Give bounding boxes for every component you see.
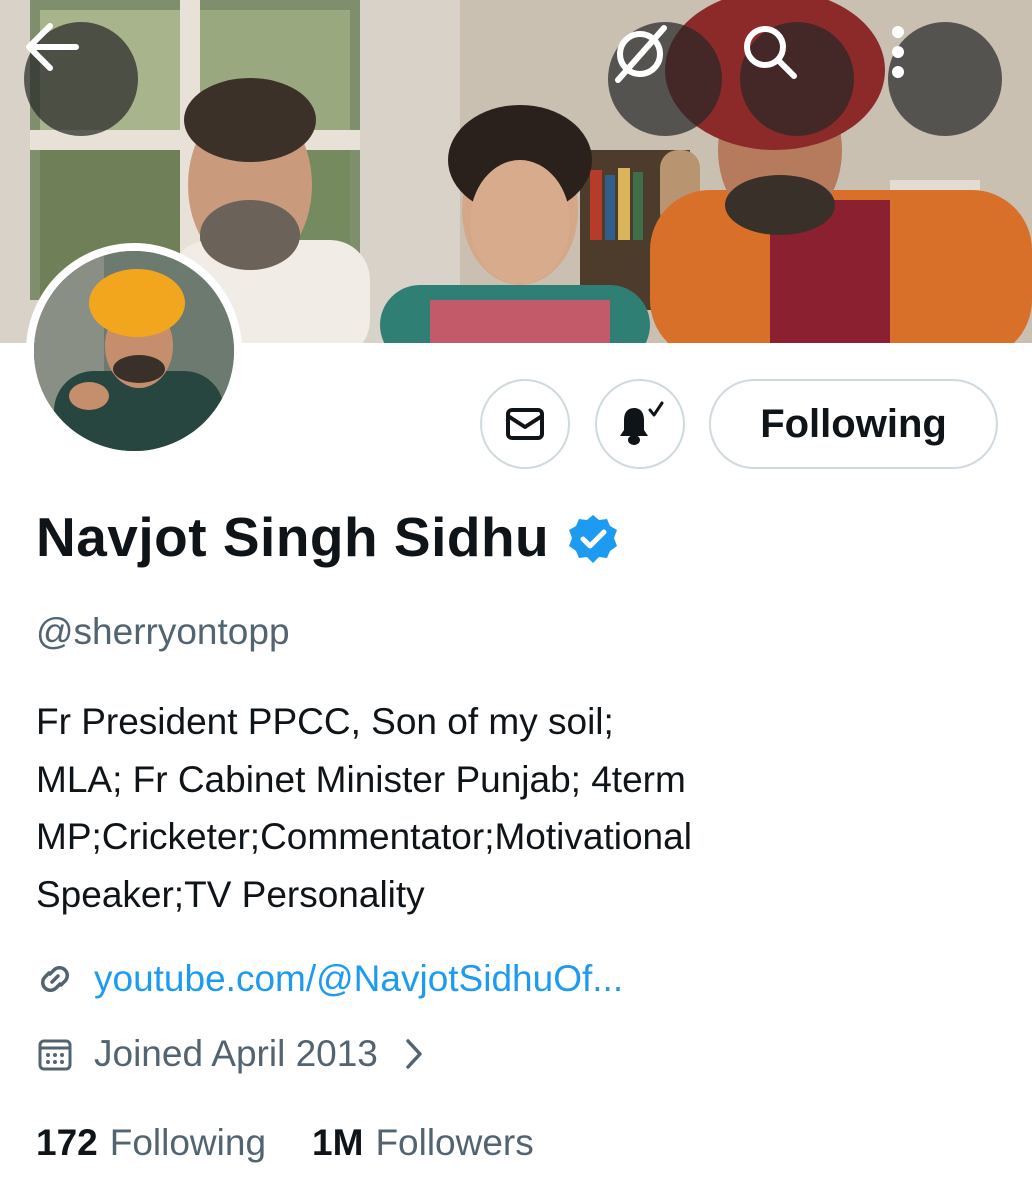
profile-link-row: youtube.com/@NavjotSidhuOf... — [36, 958, 623, 1000]
notifications-button[interactable] — [595, 379, 685, 469]
grok-button[interactable] — [608, 22, 722, 136]
profile-avatar-frame[interactable] — [26, 243, 242, 459]
profile-name: Navjot Singh Sidhu — [36, 506, 550, 568]
following-count: 172 — [36, 1122, 98, 1163]
bio-line: Speaker;TV Personality — [36, 873, 425, 915]
avatar[interactable] — [34, 251, 234, 451]
search-icon — [744, 26, 797, 79]
verified-badge-icon[interactable] — [567, 513, 619, 565]
grok-slash-icon — [615, 25, 667, 83]
chevron-right-icon — [406, 1039, 422, 1069]
bio-line: Fr President PPCC, Son of my soil; — [36, 701, 614, 742]
following-stat-link[interactable]: 172 Following — [36, 1122, 266, 1164]
more-vertical-icon — [892, 26, 904, 78]
profile-name-row: Navjot Singh Sidhu — [36, 505, 619, 569]
following-label: Following — [109, 1122, 267, 1163]
search-button[interactable] — [740, 22, 854, 136]
bio-line: MLA; Fr Cabinet Minister Punjab; 4term — [36, 758, 686, 800]
profile-joined-date: Joined April 2013 — [94, 1033, 378, 1074]
envelope-icon — [506, 408, 544, 440]
calendar-icon — [38, 1039, 72, 1071]
followers-stat-link[interactable]: 1M Followers — [312, 1122, 534, 1164]
bell-check-icon — [620, 401, 664, 445]
more-options-button[interactable] — [888, 22, 1002, 136]
arrow-left-icon — [26, 23, 79, 71]
message-button[interactable] — [480, 379, 570, 469]
bio-line: MP;Cricketer;Commentator;Motivational — [36, 816, 692, 857]
profile-bio: Fr President PPCC, Son of my soil; MLA; … — [36, 693, 916, 923]
profile-stats: 172 Following 1M Followers — [36, 1122, 534, 1164]
following-button[interactable]: Following — [709, 379, 998, 469]
profile-joined-row[interactable]: Joined April 2013 — [36, 1033, 424, 1075]
followers-label: Followers — [375, 1122, 534, 1163]
link-icon — [41, 966, 69, 992]
profile-website-link[interactable]: youtube.com/@NavjotSidhuOf... — [94, 958, 623, 1000]
followers-count: 1M — [312, 1122, 364, 1163]
profile-handle: @sherryontopp — [36, 611, 290, 652]
avatar-photo — [34, 251, 234, 451]
back-button[interactable] — [24, 22, 138, 136]
